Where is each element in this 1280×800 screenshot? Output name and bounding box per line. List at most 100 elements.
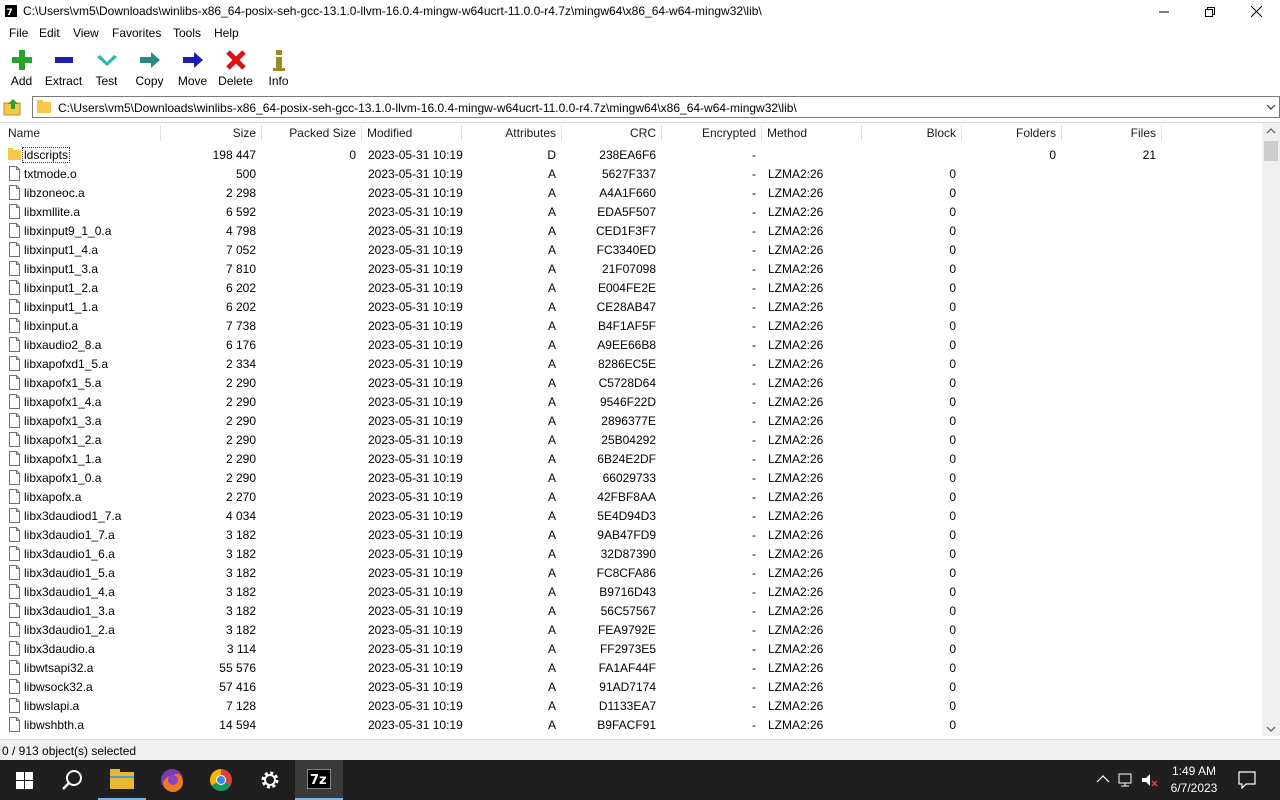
file-row[interactable]: libxapofxd1_5.a 2 334 2023-05-31 10:19 A 828… bbox=[0, 354, 1262, 373]
extract-button[interactable]: Extract bbox=[42, 47, 85, 93]
cell-name: libxapofx1_1.a bbox=[24, 452, 102, 466]
add-button[interactable]: Add bbox=[0, 47, 43, 93]
file-explorer-button[interactable] bbox=[98, 760, 146, 800]
close-button[interactable] bbox=[1233, 0, 1279, 23]
column-size[interactable]: Size bbox=[160, 126, 256, 142]
file-row[interactable]: libxinput1_1.a 6 202 2023-05-31 10:19 A CE28… bbox=[0, 297, 1262, 316]
network-icon[interactable] bbox=[1118, 772, 1136, 788]
file-row[interactable]: libxapofx1_0.a 2 290 2023-05-31 10:19 A 6602… bbox=[0, 468, 1262, 487]
title-bar[interactable]: 7 C:\Users\vm5\Downloads\winlibs-x86_64-… bbox=[0, 0, 1280, 23]
column-crc[interactable]: CRC bbox=[561, 126, 656, 142]
file-row[interactable]: libx3daudio1_4.a 3 182 2023-05-31 10:19 A B9… bbox=[0, 582, 1262, 601]
file-row[interactable]: libxmllite.a 6 592 2023-05-31 10:19 A EDA5F5… bbox=[0, 202, 1262, 221]
file-row[interactable]: libx3daudiod1_7.a 4 034 2023-05-31 10:19 A 5… bbox=[0, 506, 1262, 525]
delete-button[interactable]: Delete bbox=[214, 47, 257, 93]
cell-size: 3 182 bbox=[225, 566, 256, 580]
file-row[interactable]: libx3daudio.a 3 114 2023-05-31 10:19 A FF297… bbox=[0, 639, 1262, 658]
file-row[interactable]: libxapofx1_4.a 2 290 2023-05-31 10:19 A 9546… bbox=[0, 392, 1262, 411]
file-row[interactable]: libxapofx1_2.a 2 290 2023-05-31 10:19 A 25B0… bbox=[0, 430, 1262, 449]
search-button[interactable] bbox=[48, 760, 96, 800]
file-row[interactable]: libwshbth.a 14 594 2023-05-31 10:19 A B9FACF… bbox=[0, 715, 1262, 734]
file-row[interactable]: libwtsapi32.a 55 576 2023-05-31 10:19 A FA1A… bbox=[0, 658, 1262, 677]
folder-up-icon[interactable] bbox=[3, 98, 23, 117]
test-button[interactable]: Test bbox=[85, 47, 128, 93]
file-row[interactable]: libxinput1_4.a 7 052 2023-05-31 10:19 A FC33… bbox=[0, 240, 1262, 259]
minimize-button[interactable] bbox=[1141, 0, 1187, 23]
cell-folders: 0 bbox=[1049, 148, 1056, 162]
file-row[interactable]: libxapofx1_3.a 2 290 2023-05-31 10:19 A 2896… bbox=[0, 411, 1262, 430]
cell-encrypted: - bbox=[752, 281, 756, 295]
chrome-button[interactable] bbox=[197, 760, 245, 800]
volume-muted-icon[interactable] bbox=[1141, 772, 1159, 788]
file-icon bbox=[9, 603, 20, 618]
file-icon bbox=[9, 546, 20, 561]
clock[interactable]: 1:49 AM 6/7/2023 bbox=[1160, 763, 1228, 797]
column-method[interactable]: Method bbox=[767, 126, 857, 142]
menu-file[interactable]: File bbox=[9, 26, 28, 40]
cell-size: 7 128 bbox=[225, 699, 256, 713]
status-text: 0 / 913 object(s) selected bbox=[2, 744, 137, 758]
folder-row[interactable]: ldscripts 198 447 0 2023-05-31 10:19 D 238EA6… bbox=[0, 145, 1262, 164]
file-row[interactable]: libxinput9_1_0.a 4 798 2023-05-31 10:19 A CE… bbox=[0, 221, 1262, 240]
column-name[interactable]: Name bbox=[8, 126, 158, 142]
file-row[interactable]: libwsock32.a 57 416 2023-05-31 10:19 A 91AD7… bbox=[0, 677, 1262, 696]
firefox-button[interactable] bbox=[148, 760, 196, 800]
chevron-up-icon[interactable] bbox=[1096, 774, 1110, 784]
notifications-icon[interactable] bbox=[1238, 771, 1256, 789]
menu-favorites[interactable]: Favorites bbox=[112, 26, 161, 40]
file-row[interactable]: libxinput.a 7 738 2023-05-31 10:19 A B4F1AF5… bbox=[0, 316, 1262, 335]
cell-block: 0 bbox=[949, 604, 956, 618]
file-row[interactable]: libx3daudio1_3.a 3 182 2023-05-31 10:19 A 56… bbox=[0, 601, 1262, 620]
scroll-down-icon[interactable] bbox=[1262, 721, 1280, 736]
column-packed-size[interactable]: Packed Size bbox=[261, 126, 356, 142]
file-row[interactable]: libxapofx1_1.a 2 290 2023-05-31 10:19 A 6B24… bbox=[0, 449, 1262, 468]
file-row[interactable]: libxapofx.a 2 270 2023-05-31 10:19 A 42FBF8A… bbox=[0, 487, 1262, 506]
file-row[interactable]: libx3daudio1_6.a 3 182 2023-05-31 10:19 A 32… bbox=[0, 544, 1262, 563]
file-row[interactable]: libx3daudio1_5.a 3 182 2023-05-31 10:19 A FC… bbox=[0, 563, 1262, 582]
move-button[interactable]: Move bbox=[171, 47, 214, 93]
file-icon bbox=[9, 432, 20, 447]
file-row[interactable]: libx3daudio1_7.a 3 182 2023-05-31 10:19 A 9A… bbox=[0, 525, 1262, 544]
info-button[interactable]: Info bbox=[257, 47, 300, 93]
menu-help[interactable]: Help bbox=[214, 26, 239, 40]
file-row[interactable]: libxinput1_2.a 6 202 2023-05-31 10:19 A E004… bbox=[0, 278, 1262, 297]
chevron-down-icon[interactable] bbox=[1266, 102, 1276, 112]
cell-modified: 2023-05-31 10:19 bbox=[368, 376, 463, 390]
cell-attributes: A bbox=[547, 167, 556, 181]
menu-view[interactable]: View bbox=[73, 26, 99, 40]
vertical-scrollbar[interactable] bbox=[1262, 123, 1280, 736]
cell-modified: 2023-05-31 10:19 bbox=[368, 357, 463, 371]
start-button[interactable] bbox=[0, 760, 48, 800]
file-list[interactable]: Name Size Packed Size Modified Attribute… bbox=[0, 122, 1280, 736]
address-bar: C:\Users\vm5\Downloads\winlibs-x86_64-po… bbox=[0, 96, 1280, 119]
file-row[interactable]: libxaudio2_8.a 6 176 2023-05-31 10:19 A A9EE… bbox=[0, 335, 1262, 354]
cell-block: 0 bbox=[949, 243, 956, 257]
file-row[interactable]: libzoneoc.a 2 298 2023-05-31 10:19 A A4A1F66… bbox=[0, 183, 1262, 202]
column-modified[interactable]: Modified bbox=[367, 126, 457, 142]
file-row[interactable]: libwslapi.a 7 128 2023-05-31 10:19 A D1133EA… bbox=[0, 696, 1262, 715]
file-row[interactable]: libxinput1_3.a 7 810 2023-05-31 10:19 A 21F0… bbox=[0, 259, 1262, 278]
file-explorer-icon bbox=[110, 769, 134, 789]
cell-method: LZMA2:26 bbox=[768, 547, 824, 561]
file-row[interactable]: libxapofx1_5.a 2 290 2023-05-31 10:19 A C572… bbox=[0, 373, 1262, 392]
7zip-taskbar-button[interactable]: 7z bbox=[295, 760, 343, 800]
copy-button[interactable]: Copy bbox=[128, 47, 171, 93]
menu-tools[interactable]: Tools bbox=[173, 26, 201, 40]
settings-button[interactable] bbox=[246, 760, 294, 800]
column-folders[interactable]: Folders bbox=[961, 126, 1056, 142]
cell-size: 3 182 bbox=[225, 585, 256, 599]
file-row[interactable]: libx3daudio1_2.a 3 182 2023-05-31 10:19 A FE… bbox=[0, 620, 1262, 639]
cell-crc: 32D87390 bbox=[600, 547, 656, 561]
scrollbar-thumb[interactable] bbox=[1264, 141, 1278, 161]
column-encrypted[interactable]: Encrypted bbox=[661, 126, 756, 142]
column-files[interactable]: Files bbox=[1061, 126, 1156, 142]
file-row[interactable]: txtmode.o 500 2023-05-31 10:19 A 5627F337 - LZ… bbox=[0, 164, 1262, 183]
path-combobox[interactable]: C:\Users\vm5\Downloads\winlibs-x86_64-po… bbox=[32, 96, 1280, 118]
file-icon bbox=[9, 242, 20, 257]
scroll-up-icon[interactable] bbox=[1262, 123, 1280, 139]
column-block[interactable]: Block bbox=[861, 126, 956, 142]
column-divider bbox=[361, 125, 362, 141]
column-attributes[interactable]: Attributes bbox=[461, 126, 556, 142]
restore-button[interactable] bbox=[1187, 0, 1233, 23]
menu-edit[interactable]: Edit bbox=[39, 26, 60, 40]
